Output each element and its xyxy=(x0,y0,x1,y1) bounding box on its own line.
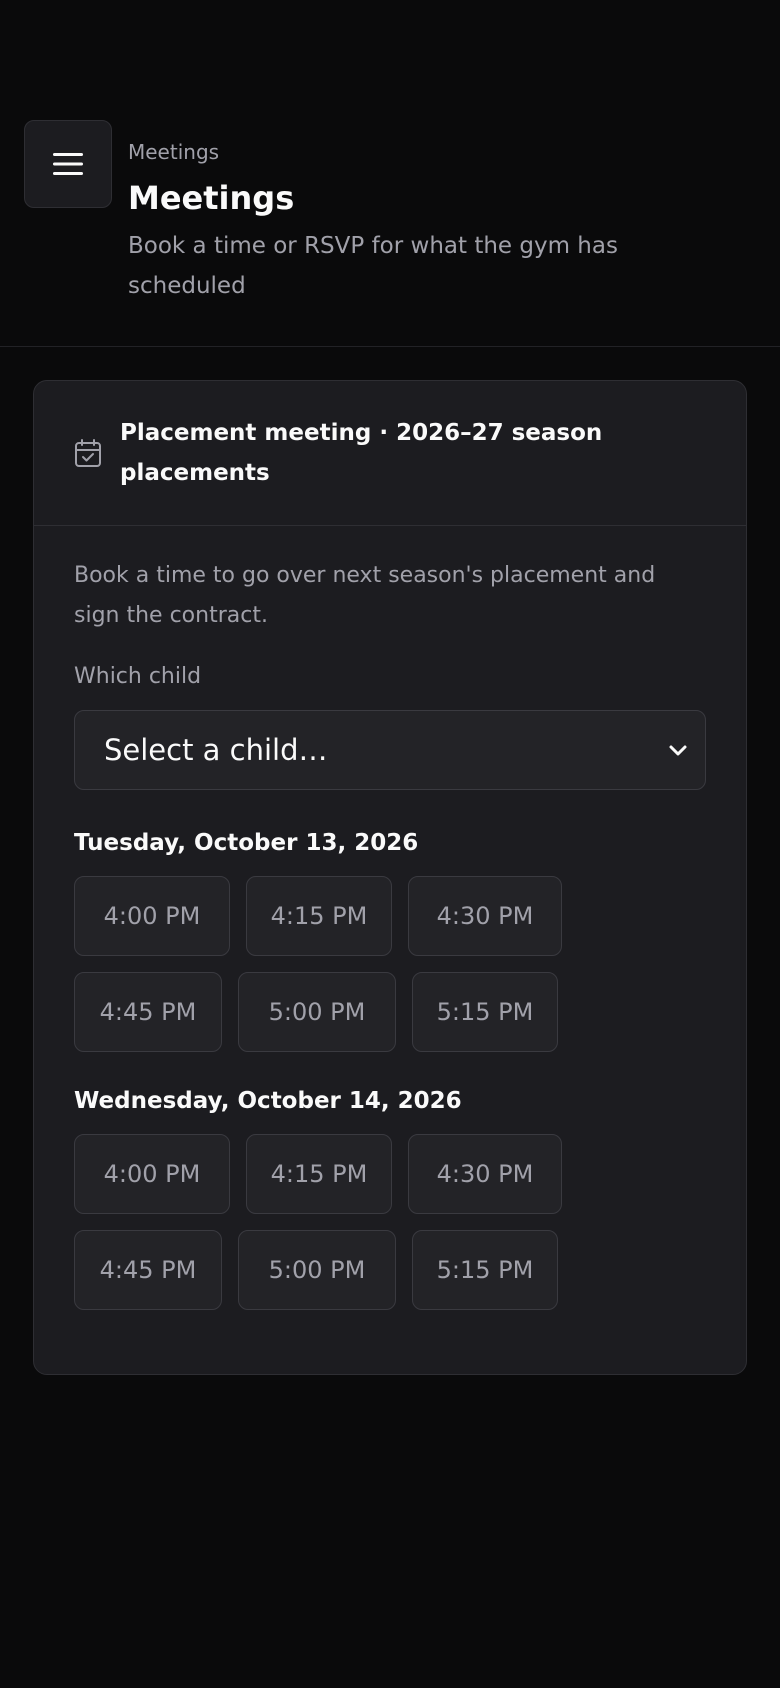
time-slots: 4:00 PM 4:15 PM 4:30 PM 4:45 PM 5:00 PM … xyxy=(74,876,706,1052)
date-heading: Wednesday, October 14, 2026 xyxy=(74,1088,462,1114)
time-slot-button[interactable]: 5:15 PM xyxy=(412,1230,558,1310)
child-select-value: Select a child… xyxy=(104,733,328,767)
time-slot-button[interactable]: 4:45 PM xyxy=(74,972,222,1052)
breadcrumb: Meetings xyxy=(128,140,220,164)
date-heading: Tuesday, October 13, 2026 xyxy=(74,830,419,856)
meeting-description: Book a time to go over next season's pla… xyxy=(74,563,656,628)
page-header: Meetings Meetings Book a time or RSVP fo… xyxy=(0,0,780,347)
meeting-card: Placement meeting · 2026–27 season place… xyxy=(33,380,747,1375)
child-select-label: Which child xyxy=(74,664,202,689)
time-slot-button[interactable]: 4:15 PM xyxy=(246,876,392,956)
time-slot-button[interactable]: 4:30 PM xyxy=(408,1134,562,1214)
time-slot-button[interactable]: 4:00 PM xyxy=(74,876,230,956)
meeting-card-header: Placement meeting · 2026–27 season place… xyxy=(34,381,746,526)
hamburger-menu-icon xyxy=(53,153,83,175)
header-text: Meetings Meetings Book a time or RSVP fo… xyxy=(128,138,708,306)
time-slot-button[interactable]: 4:15 PM xyxy=(246,1134,392,1214)
time-slot-button[interactable]: 5:00 PM xyxy=(238,1230,396,1310)
meeting-card-body: Book a time to go over next season's pla… xyxy=(34,526,746,1310)
page-subtitle: Book a time or RSVP for what the gym has… xyxy=(128,233,618,299)
calendar-check-icon xyxy=(75,439,101,467)
meeting-title: Placement meeting · 2026–27 season place… xyxy=(120,420,603,486)
menu-button[interactable] xyxy=(24,120,112,208)
time-slots: 4:00 PM 4:15 PM 4:30 PM 4:45 PM 5:00 PM … xyxy=(74,1134,706,1310)
time-slot-button[interactable]: 4:00 PM xyxy=(74,1134,230,1214)
time-slot-button[interactable]: 4:45 PM xyxy=(74,1230,222,1310)
time-slot-button[interactable]: 5:00 PM xyxy=(238,972,396,1052)
chevron-down-icon xyxy=(669,745,687,756)
time-slot-button[interactable]: 5:15 PM xyxy=(412,972,558,1052)
child-select[interactable]: Select a child… xyxy=(74,710,706,790)
time-slot-button[interactable]: 4:30 PM xyxy=(408,876,562,956)
page-title: Meetings xyxy=(128,179,295,217)
